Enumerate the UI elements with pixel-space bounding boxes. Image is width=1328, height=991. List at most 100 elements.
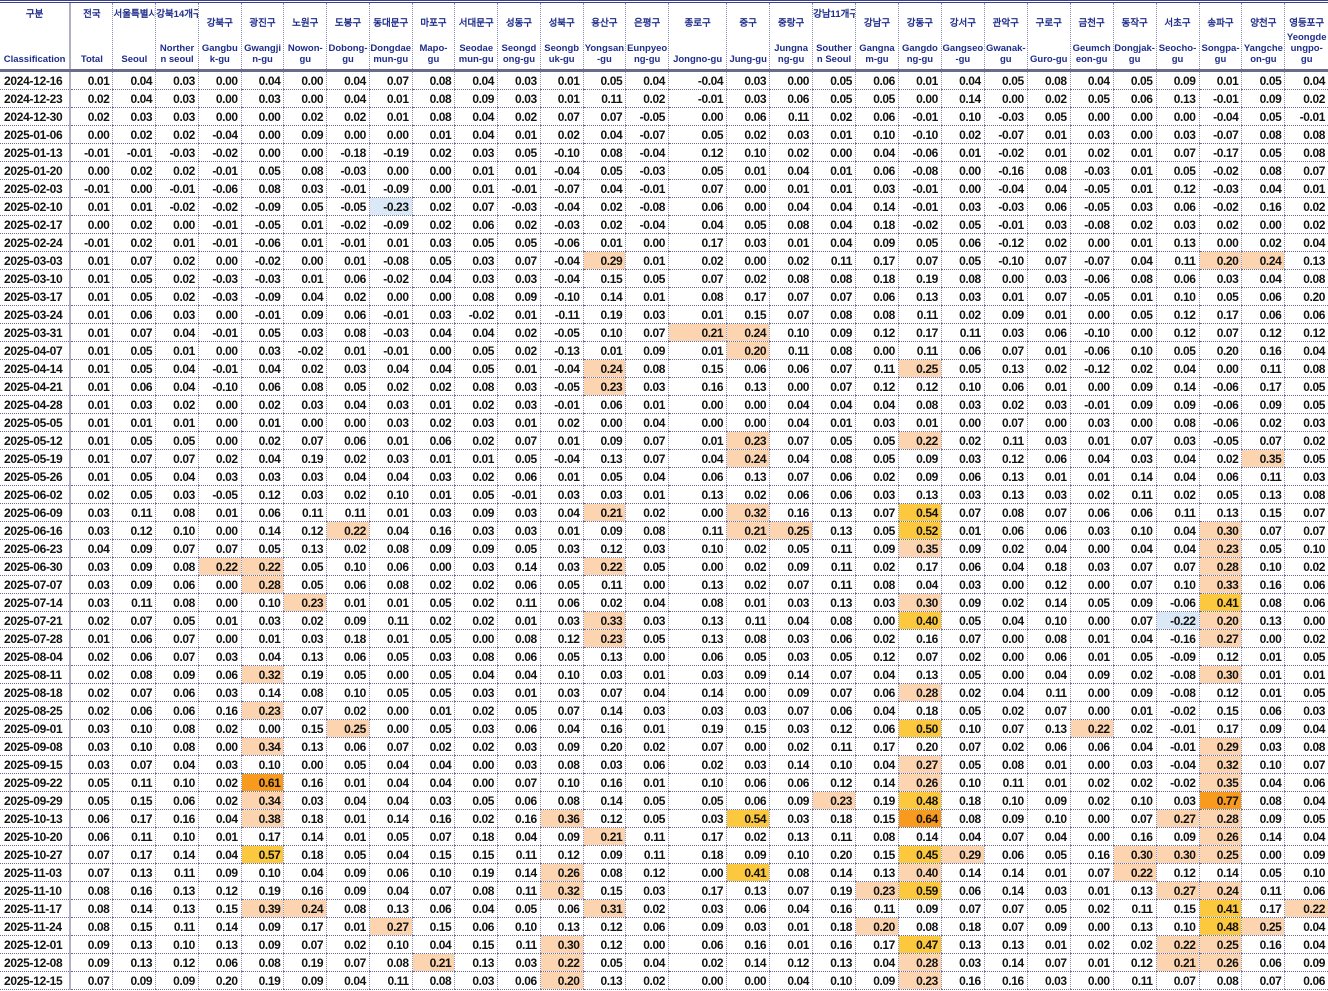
value-cell: 0.09 [112, 575, 156, 594]
value-cell: 0.06 [69, 809, 113, 828]
value-cell: 0.02 [539, 125, 584, 144]
value-cell: 0.04 [1026, 827, 1071, 846]
value-cell: 0.05 [726, 215, 770, 234]
value-cell: 0.07 [1241, 971, 1285, 990]
column-header-english: Gwangji n-gu [244, 43, 282, 65]
value-cell: 0.00 [69, 161, 113, 180]
value-cell: 0.08 [411, 971, 455, 990]
value-cell: 0.08 [625, 521, 669, 540]
value-cell: 0.07 [411, 827, 455, 846]
value-cell: 0.12 [155, 953, 199, 972]
value-cell: -0.01 [197, 161, 242, 180]
value-cell: 0.14 [197, 917, 242, 936]
value-cell: 0.05 [1112, 305, 1157, 324]
value-cell: 0.04 [1241, 773, 1285, 792]
value-cell: 0.05 [1284, 377, 1328, 396]
value-cell: 0.16 [897, 629, 942, 648]
value-cell: 0.03 [454, 269, 498, 288]
value-cell: 0.00 [368, 287, 413, 306]
value-cell: 0.03 [411, 503, 455, 522]
value-cell: 0.07 [582, 683, 626, 702]
value-cell: 0.18 [940, 791, 985, 810]
value-cell: 0.05 [769, 539, 813, 558]
value-cell: 0.03 [155, 107, 199, 126]
value-cell: 0.01 [625, 773, 669, 792]
value-cell: 0.04 [1284, 791, 1328, 810]
value-cell: 0.04 [1284, 719, 1328, 738]
table-row: 2025-12-15 0.07 0.09 0.09 0.20 0.19 0.09 0.04 0.… [0, 971, 1328, 990]
value-cell: 0.08 [812, 341, 856, 360]
value-cell: 0.00 [1069, 107, 1114, 126]
value-cell: 0.06 [69, 827, 113, 846]
value-cell: 0.20 [197, 971, 242, 990]
value-cell: 0.03 [940, 485, 985, 504]
value-cell: 0.00 [197, 251, 242, 270]
value-cell: 0.04 [582, 179, 626, 198]
value-cell: 0.03 [539, 539, 584, 558]
value-cell: 0.06 [497, 719, 541, 738]
value-cell: 0.08 [1241, 125, 1285, 144]
value-cell: 0.01 [326, 251, 370, 270]
value-cell: 0.04 [326, 791, 370, 810]
value-cell: 0.04 [1026, 665, 1071, 684]
value-cell: 0.07 [1198, 323, 1242, 342]
value-cell: 0.04 [625, 683, 669, 702]
value-cell: 0.01 [497, 161, 541, 180]
value-cell: 0.11 [1241, 467, 1285, 486]
value-cell: -0.06 [1198, 413, 1242, 432]
value-cell: 0.05 [582, 467, 626, 486]
value-cell: 0.16 [411, 521, 455, 540]
value-cell: 0.08 [812, 449, 856, 468]
value-cell: 0.05 [1241, 539, 1285, 558]
value-cell: 0.00 [69, 125, 113, 144]
value-cell: 0.04 [1112, 251, 1157, 270]
highlighted-value-cell: 0.21 [582, 827, 626, 846]
value-cell: 0.03 [69, 521, 113, 540]
highlighted-value-cell: 0.30 [1198, 521, 1242, 540]
value-cell: 0.18 [454, 827, 498, 846]
value-cell: -0.03 [197, 269, 242, 288]
table-row: 2025-10-27 0.07 0.17 0.14 0.04 0.57 0.18 0.05 0.… [0, 845, 1328, 864]
value-cell: -0.04 [539, 359, 584, 378]
value-cell: 0.02 [411, 215, 455, 234]
value-cell: 0.02 [668, 251, 727, 270]
value-cell: 0.14 [855, 773, 899, 792]
value-cell: 0.16 [1241, 935, 1285, 954]
value-cell: 0.14 [983, 953, 1028, 972]
value-cell: -0.10 [1069, 323, 1114, 342]
highlighted-value-cell: 0.35 [1198, 773, 1242, 792]
value-cell: 0.01 [69, 359, 113, 378]
value-cell: 0.05 [283, 557, 327, 576]
value-cell: 0.11 [155, 863, 199, 882]
value-cell: 0.13 [983, 467, 1028, 486]
value-cell: 0.06 [855, 107, 899, 126]
value-cell: 0.05 [1241, 107, 1285, 126]
value-cell: 0.00 [240, 107, 284, 126]
value-cell: -0.04 [197, 125, 242, 144]
classification-header: 구분 Classification [0, 0, 72, 72]
value-cell: 0.06 [454, 215, 498, 234]
value-cell: 0.18 [668, 845, 727, 864]
value-cell: 0.01 [940, 521, 985, 540]
value-cell: 0.07 [769, 467, 813, 486]
value-cell: 0.06 [812, 629, 856, 648]
value-cell: 0.06 [983, 521, 1028, 540]
value-cell: 0.11 [812, 539, 856, 558]
value-cell: 0.08 [368, 539, 413, 558]
value-cell: 0.12 [1155, 305, 1200, 324]
value-cell: 0.05 [726, 647, 770, 666]
value-cell: 0.20 [897, 737, 942, 756]
value-cell: 0.08 [1284, 143, 1328, 162]
value-cell: 0.08 [155, 593, 199, 612]
value-cell: 0.04 [855, 755, 899, 774]
table-row: 2025-09-08 0.03 0.10 0.08 0.00 0.34 0.13 0.06 0.… [0, 737, 1328, 756]
value-cell: 0.06 [625, 755, 669, 774]
value-cell: 0.06 [726, 899, 770, 918]
value-cell: 0.01 [69, 305, 113, 324]
value-cell: 0.11 [112, 593, 156, 612]
value-cell: 0.03 [769, 719, 813, 738]
highlighted-value-cell: 0.35 [897, 539, 942, 558]
value-cell: 0.02 [1241, 413, 1285, 432]
value-cell: 0.05 [1241, 70, 1285, 90]
value-cell: 0.11 [769, 107, 813, 126]
